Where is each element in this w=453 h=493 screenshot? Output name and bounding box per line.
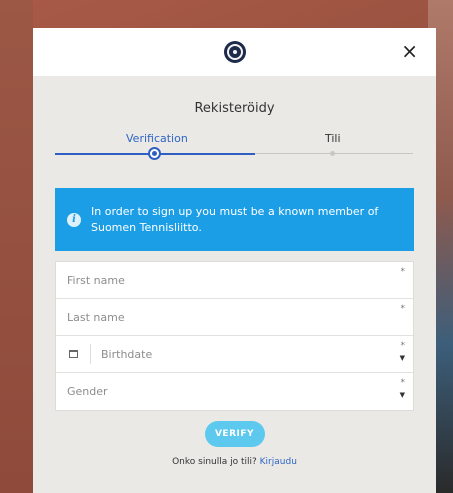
verify-wrapper: VERIFY	[33, 421, 436, 447]
close-button[interactable]: ×	[401, 41, 418, 61]
tennis-federation-logo	[223, 41, 246, 63]
verification-form: First name * Last name * Birthdate * ▼ G…	[55, 261, 414, 411]
birthdate-placeholder: Birthdate	[101, 347, 153, 361]
required-marker: *	[400, 267, 406, 277]
last-name-field[interactable]: Last name *	[56, 299, 413, 336]
verify-button[interactable]: VERIFY	[204, 421, 265, 447]
modal-title: Rekisteröidy	[194, 101, 275, 116]
chevron-down-icon[interactable]: ▼	[400, 354, 405, 362]
required-marker: *	[400, 341, 406, 351]
required-marker: *	[400, 378, 406, 388]
registration-stepper: Verification Tili	[33, 132, 436, 182]
step-verification-dot[interactable]	[148, 147, 161, 160]
first-name-field[interactable]: First name *	[56, 262, 413, 299]
modal-header: ×	[33, 28, 436, 76]
membership-info-alert: i In order to sign up you must be a know…	[55, 188, 414, 251]
login-prompt-row: Onko sinulla jo tili? Kirjaudu	[33, 457, 436, 467]
chevron-down-icon[interactable]: ▼	[400, 391, 405, 399]
login-link[interactable]: Kirjaudu	[260, 457, 297, 467]
register-modal: × Rekisteröidy Verification Tili i In or…	[33, 28, 436, 493]
first-name-placeholder: First name	[67, 273, 125, 287]
gender-placeholder: Gender	[67, 385, 108, 398]
birthdate-field[interactable]: Birthdate * ▼	[56, 336, 413, 373]
info-icon: i	[67, 212, 81, 227]
step-account-label[interactable]: Tili	[325, 132, 341, 145]
step-account-dot[interactable]	[330, 151, 335, 156]
calendar-icon[interactable]	[69, 350, 78, 358]
step-verification-label[interactable]: Verification	[126, 132, 188, 145]
last-name-placeholder: Last name	[67, 310, 125, 324]
background-left	[0, 0, 33, 493]
field-divider	[90, 344, 91, 364]
gender-select[interactable]: Gender * ▼	[56, 373, 413, 410]
info-message: In order to sign up you must be a known …	[91, 204, 379, 234]
required-marker: *	[400, 304, 406, 314]
login-prompt-text: Onko sinulla jo tili?	[172, 457, 257, 467]
